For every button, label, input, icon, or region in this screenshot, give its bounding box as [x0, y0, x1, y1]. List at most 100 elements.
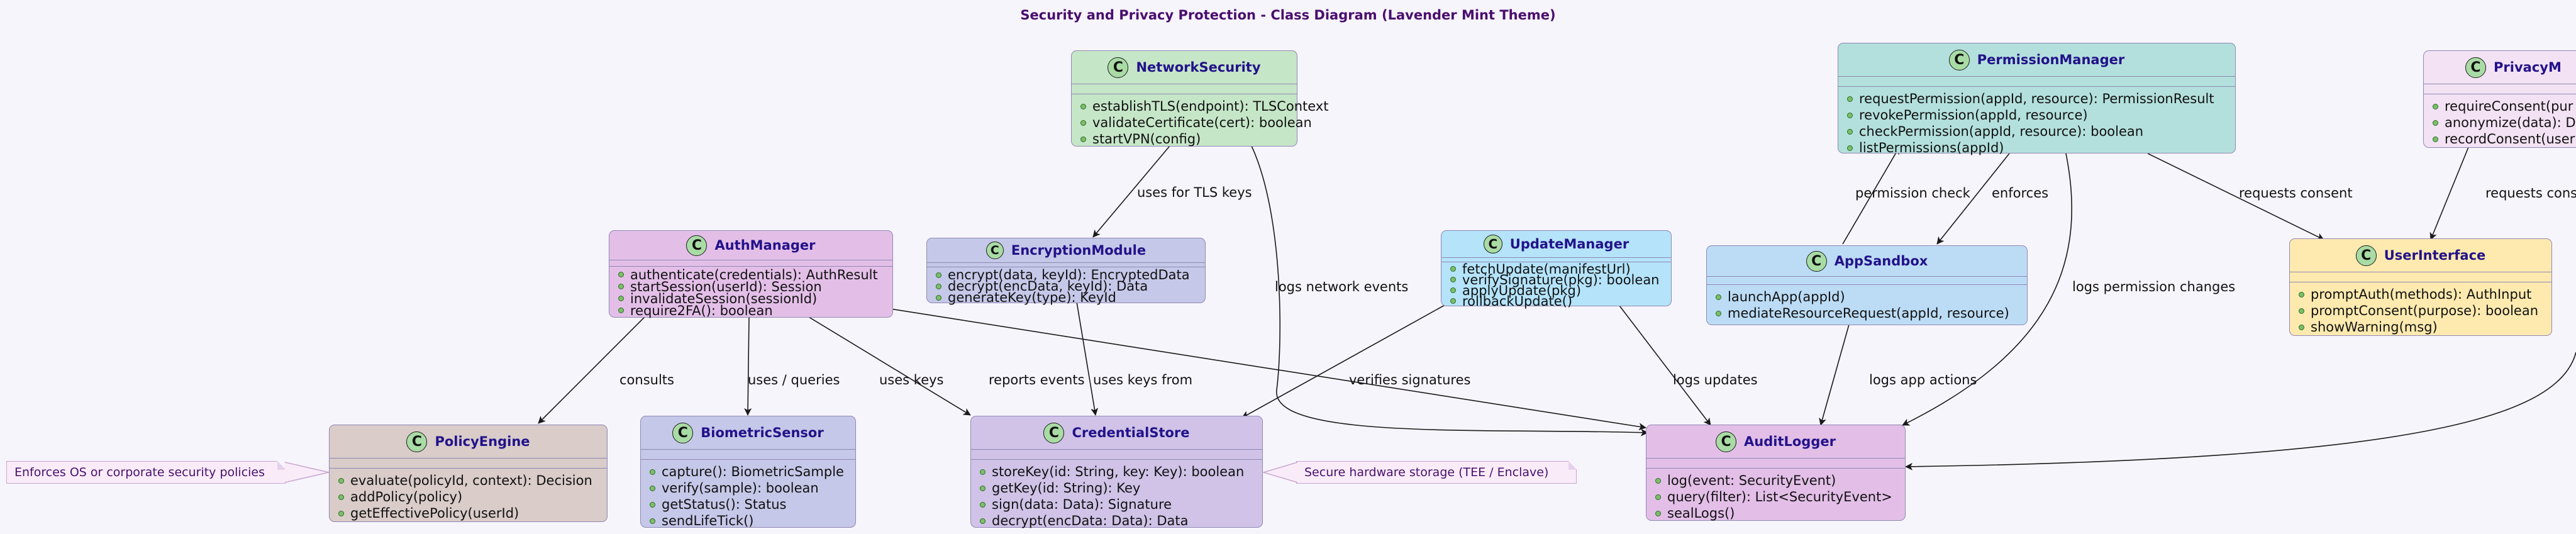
- class-icon: C: [1948, 49, 1970, 70]
- public-method-icon: [1655, 494, 1661, 500]
- public-method-icon: [2433, 103, 2438, 109]
- class-name: AppSandbox: [1834, 253, 1928, 269]
- label-requests-consent: requests consent: [2239, 186, 2353, 201]
- method-row: launchApp(appId): [1712, 289, 2022, 305]
- class-app-sandbox[interactable]: C AppSandbox launchApp(appId) mediateReso…: [1706, 245, 2028, 325]
- method-row: startVPN(config): [1077, 131, 1292, 147]
- method-row: getKey(id: String): Key: [976, 480, 1257, 496]
- class-icon: C: [2465, 57, 2486, 78]
- public-method-icon: [980, 501, 985, 508]
- public-method-icon: [1080, 103, 1086, 109]
- label-logs-updates: logs updates: [1673, 372, 1758, 387]
- public-method-icon: [2299, 291, 2304, 298]
- public-method-icon: [2433, 136, 2438, 142]
- public-method-icon: [650, 518, 655, 524]
- method-row: addPolicy(policy): [335, 489, 602, 505]
- method-row: verify(sample): boolean: [646, 480, 850, 496]
- method-row: storeKey(id: String, key: Key): boolean: [976, 464, 1257, 480]
- method-row: recordConsent(user: [2429, 131, 2576, 147]
- edge-auth-policy: [538, 316, 645, 424]
- class-audit-logger[interactable]: C AuditLogger log(event: SecurityEvent) q…: [1646, 425, 1906, 521]
- label-requests-consent-2: requests conse: [2485, 186, 2576, 201]
- public-method-icon: [1847, 128, 1853, 135]
- public-method-icon: [1450, 287, 1456, 293]
- method-row: decrypt(encData: Data): Data: [976, 513, 1257, 529]
- public-method-icon: [1080, 136, 1086, 142]
- class-icon: C: [686, 235, 708, 256]
- method-row: sign(data: Data): Signature: [976, 496, 1257, 513]
- class-icon: C: [1483, 235, 1502, 253]
- class-update-manager[interactable]: C UpdateManager fetchUpdate(manifestUrl) …: [1441, 230, 1672, 309]
- method-row: getEffectivePolicy(userId): [335, 505, 602, 521]
- public-method-icon: [1847, 96, 1853, 102]
- public-method-icon: [1716, 294, 1721, 300]
- public-method-icon: [1450, 298, 1456, 304]
- method-row: generateKey(type): KeyId: [932, 290, 1200, 305]
- class-privacy-manager[interactable]: C PrivacyM requireConsent(pur anonymize(d…: [2423, 50, 2576, 148]
- public-method-icon: [2299, 324, 2304, 330]
- class-policy-engine[interactable]: C PolicyEngine evaluate(policyId, context…: [329, 425, 608, 522]
- class-icon: C: [672, 422, 694, 443]
- method-row: sendLifeTick(): [646, 513, 850, 529]
- edge-privacy-ui: [2429, 147, 2469, 240]
- method-row: getStatus(): Status: [646, 496, 850, 513]
- class-icon: C: [985, 242, 1004, 259]
- label-logs-permission-changes: logs permission changes: [2072, 279, 2235, 294]
- public-method-icon: [650, 501, 655, 508]
- public-method-icon: [1450, 266, 1456, 272]
- public-method-icon: [2299, 308, 2304, 314]
- class-icon: C: [406, 431, 428, 452]
- method-row: rollbackUpdate(): [1446, 294, 1666, 309]
- public-method-icon: [2433, 120, 2438, 126]
- label-consults: consults: [619, 372, 674, 387]
- edge-sandbox-audit: [1819, 324, 1850, 426]
- class-biometric-sensor[interactable]: C BiometricSensor capture(): BiometricSam…: [640, 416, 856, 528]
- label-logs-app-actions: logs app actions: [1869, 372, 1977, 387]
- method-row: promptConsent(purpose): boolean: [2295, 303, 2546, 319]
- method-row: listPermissions(appId): [1843, 140, 2230, 156]
- class-name: CredentialStore: [1072, 425, 1190, 440]
- note-policy-engine: Enforces OS or corporate security polici…: [6, 460, 286, 484]
- label-enforces: enforces: [1992, 186, 2048, 201]
- public-method-icon: [1847, 145, 1853, 151]
- public-method-icon: [980, 469, 985, 475]
- edge-auth-biometric: [744, 316, 752, 416]
- public-method-icon: [618, 308, 624, 313]
- note-connector: [285, 462, 330, 483]
- label-uses-keys: uses keys: [879, 372, 944, 387]
- label-uses-tls-keys: uses for TLS keys: [1137, 185, 1252, 200]
- label-reports-events: reports events: [989, 372, 1085, 387]
- note-credential-store: Secure hardware storage (TEE / Enclave): [1296, 460, 1577, 484]
- method-row: mediateResourceRequest(appId, resource): [1712, 305, 2022, 321]
- class-auth-manager[interactable]: C AuthManager authenticate(credentials): …: [609, 230, 893, 318]
- class-permission-manager[interactable]: C PermissionManager requestPermission(app…: [1838, 43, 2236, 156]
- class-name: AuditLogger: [1744, 434, 1836, 449]
- public-method-icon: [980, 485, 985, 491]
- public-method-icon: [618, 284, 624, 289]
- method-row: requireConsent(pur: [2429, 98, 2576, 114]
- class-network-security[interactable]: C NetworkSecurity establishTLS(endpoint):…: [1071, 50, 1328, 147]
- edge-auth-credential: [808, 316, 971, 416]
- public-method-icon: [1655, 477, 1661, 484]
- public-method-icon: [1080, 120, 1086, 126]
- label-uses-queries: uses / queries: [748, 372, 840, 387]
- public-method-icon: [618, 296, 624, 301]
- edge-update-audit: [1619, 305, 1711, 426]
- edge-offscreen-audit: [1905, 352, 2576, 470]
- method-row: promptAuth(methods): AuthInput: [2295, 286, 2546, 303]
- public-method-icon: [650, 485, 655, 491]
- class-name: PermissionManager: [1977, 52, 2125, 67]
- class-user-interface[interactable]: C UserInterface promptAuth(methods): Auth…: [2289, 238, 2552, 336]
- class-icon: C: [2355, 245, 2377, 266]
- label-uses-keys-from: uses keys from: [1093, 372, 1192, 387]
- class-credential-store[interactable]: C CredentialStore storeKey(id: String, ke…: [970, 416, 1263, 528]
- method-row: showWarning(msg): [2295, 319, 2546, 335]
- class-encryption-module[interactable]: C EncryptionModule encrypt(data, keyId): …: [926, 238, 1206, 305]
- class-icon: C: [1806, 250, 1827, 272]
- label-permission-check: permission check: [1855, 186, 1971, 201]
- public-method-icon: [1716, 310, 1721, 316]
- class-name: PrivacyM: [2494, 60, 2562, 75]
- label-verifies-signatures: verifies signatures: [1349, 372, 1470, 387]
- method-row: anonymize(data): D: [2429, 114, 2576, 131]
- method-row: capture(): BiometricSample: [646, 464, 850, 480]
